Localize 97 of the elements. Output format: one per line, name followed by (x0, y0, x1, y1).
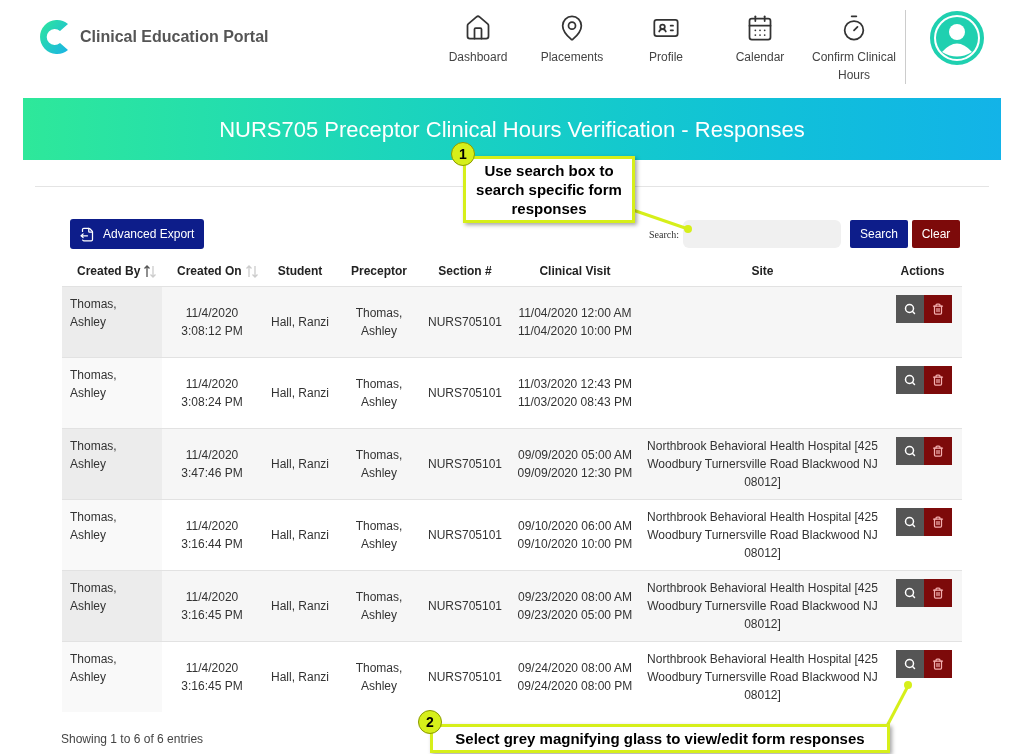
table-cell-text: 11/4/2020 3:47:46 PM (180, 447, 244, 482)
advanced-export-button[interactable]: Advanced Export (70, 219, 205, 249)
table-cell-text: Thomas, Ashley (70, 580, 118, 615)
column-header: Student (277, 263, 323, 280)
table-info: Showing 1 to 6 of 6 entries (61, 732, 204, 746)
column-header: Actions (900, 263, 945, 280)
search-icon (904, 374, 916, 386)
table-cell-text: 11/4/2020 3:16:44 PM (180, 518, 244, 553)
table-cell-text: Northbrook Behavioral Health Hospital [425 Woodbury Turnersville Road Blackwood NJ 08012] (646, 580, 879, 633)
column-header: Clinical Visit (539, 263, 611, 280)
table-cell-text: Thomas, Ashley (354, 518, 404, 553)
table-cell-text: NURS705101 (427, 598, 502, 615)
logo-text: Clinical Education Portal (80, 27, 269, 47)
table-cell-text: Thomas, Ashley (70, 509, 118, 544)
trash-icon (932, 658, 944, 670)
house-icon (464, 14, 492, 42)
trash-icon (932, 445, 944, 457)
column-header[interactable]: Created By (77, 262, 141, 280)
search-button[interactable]: Search (850, 220, 908, 248)
table-cell-text: Northbrook Behavioral Health Hospital [425 Woodbury Turnersville Road Blackwood NJ 08012] (646, 509, 879, 562)
table-cell-text: NURS705101 (427, 527, 502, 544)
calendar-icon (746, 14, 774, 42)
table-cell-text: 09/09/2020 05:00 AM 09/09/2020 12:30 PM (516, 447, 634, 482)
nav-link[interactable]: Confirm Clinical Hours (807, 14, 901, 84)
table-cell-text: 11/4/2020 3:16:45 PM (180, 589, 244, 624)
table-cell-text: Hall, Ranzi (271, 314, 329, 331)
table-cell-text: Thomas, Ashley (70, 438, 118, 473)
column-header: Site (751, 263, 774, 280)
trash-icon (932, 587, 944, 599)
view-button[interactable] (896, 295, 924, 323)
delete-button[interactable] (924, 650, 952, 678)
nav-label: Confirm Clinical Hours (811, 49, 897, 84)
nav-link[interactable]: Calendar (713, 14, 807, 84)
nav-label: Calendar (734, 49, 786, 66)
step-number-badge: 2 (418, 710, 442, 734)
table-cell-text: NURS705101 (427, 314, 502, 331)
delete-button[interactable] (924, 437, 952, 465)
search-field[interactable] (683, 220, 841, 248)
search-icon (904, 445, 916, 457)
table-cell-text: 09/24/2020 08:00 AM 09/24/2020 08:00 PM (516, 660, 634, 695)
table-cell-text: Hall, Ranzi (271, 598, 329, 615)
view-button[interactable] (896, 650, 924, 678)
table-cell-text: 09/23/2020 08:00 AM 09/23/2020 05:00 PM (516, 589, 634, 624)
table-cell-text: NURS705101 (427, 669, 502, 686)
view-button[interactable] (896, 437, 924, 465)
table-cell-text: Thomas, Ashley (354, 447, 404, 482)
table-cell-text: Thomas, Ashley (354, 305, 404, 340)
view-button[interactable] (896, 579, 924, 607)
table-cell-text: Thomas, Ashley (70, 296, 118, 331)
table-cell-text: NURS705101 (427, 456, 502, 473)
nav-link[interactable]: Placements (525, 14, 619, 84)
delete-button[interactable] (924, 508, 952, 536)
column-header: Section # (438, 263, 492, 280)
clear-button[interactable]: Clear (912, 220, 960, 248)
trash-icon (932, 303, 944, 315)
table-cell-text: 11/4/2020 3:08:24 PM (180, 376, 244, 411)
table-cell-text: Northbrook Behavioral Health Hospital [425 Woodbury Turnersville Road Blackwood NJ 08012] (646, 651, 879, 704)
nav-label: Placements (539, 49, 605, 66)
callout-text: Select grey magnifying glass to view/edit form responses (455, 730, 865, 747)
table-cell-text: Thomas, Ashley (354, 660, 404, 695)
table-cell-text: Thomas, Ashley (354, 376, 404, 411)
delete-button[interactable] (924, 295, 952, 323)
callout-text: Use search box to search specific form responses (476, 162, 622, 217)
table-cell-text: Thomas, Ashley (70, 367, 118, 402)
nav-link[interactable]: Dashboard (431, 14, 525, 84)
table-cell-text: Thomas, Ashley (70, 651, 118, 686)
export-icon (80, 226, 95, 242)
table-cell-text: Thomas, Ashley (354, 589, 404, 624)
search-icon (904, 658, 916, 670)
table-cell-text: Hall, Ranzi (271, 456, 329, 473)
view-button[interactable] (896, 366, 924, 394)
view-button[interactable] (896, 508, 924, 536)
table-cell-text: 11/4/2020 3:16:45 PM (180, 660, 244, 695)
table-cell-text: 09/10/2020 06:00 AM 09/10/2020 10:00 PM (516, 518, 634, 553)
delete-button[interactable] (924, 366, 952, 394)
trash-icon (932, 516, 944, 528)
search-icon (904, 303, 916, 315)
search-icon (904, 587, 916, 599)
table-cell-text: Hall, Ranzi (271, 385, 329, 402)
nav-link[interactable]: Profile (619, 14, 713, 84)
table-cell-text: 11/04/2020 12:00 AM 11/04/2020 10:00 PM (517, 305, 633, 340)
trash-icon (932, 374, 944, 386)
table-cell-text: NURS705101 (427, 385, 502, 402)
nav-label: Profile (648, 49, 684, 66)
search-label: Search: (649, 227, 679, 242)
table-cell-text: Hall, Ranzi (271, 527, 329, 544)
column-header[interactable]: Created On (177, 262, 242, 280)
nav-label: Dashboard (447, 49, 509, 66)
search-icon (904, 516, 916, 528)
delete-button[interactable] (924, 579, 952, 607)
table-cell-text: 11/03/2020 12:43 PM 11/03/2020 08:43 PM (517, 376, 633, 411)
table-cell-text: Northbrook Behavioral Health Hospital [425 Woodbury Turnersville Road Blackwood NJ 08012] (646, 438, 879, 491)
table-cell-text: 11/4/2020 3:08:12 PM (180, 305, 244, 340)
sort-arrows-icon[interactable] (144, 264, 157, 278)
table-cell-text: Hall, Ranzi (271, 669, 329, 686)
page-title: NURS705 Preceptor Clinical Hours Verification - Responses (219, 115, 805, 144)
column-header: Preceptor (351, 263, 407, 280)
